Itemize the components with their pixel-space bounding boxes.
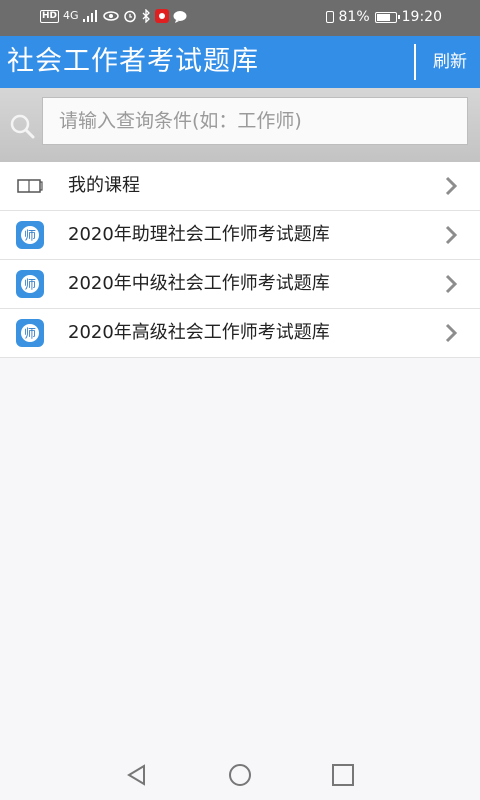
list-item-label: 2020年助理社会工作师考试题库 [68, 224, 330, 245]
eye-icon [102, 11, 119, 21]
title-divider [414, 44, 416, 80]
signal-icon [82, 10, 97, 22]
chevron-right-icon [445, 176, 458, 196]
back-icon[interactable] [124, 762, 150, 788]
teacher-icon-glyph: 师 [24, 229, 36, 243]
status-right-icons: 81% 19:20 [325, 9, 442, 25]
hd-indicator: HD [40, 9, 60, 23]
status-time: 19:20 [401, 9, 442, 25]
refresh-button[interactable]: 刷新 [424, 44, 476, 80]
battery-percent: 81% [338, 9, 370, 25]
huawei-app-icon [154, 9, 169, 23]
list-item-intermediate-exam[interactable]: 师 2020年中级社会工作师考试题库 [0, 260, 480, 309]
teacher-app-icon: 师 [16, 319, 44, 347]
network-type: 4G [63, 9, 79, 22]
list-item-senior-exam[interactable]: 师 2020年高级社会工作师考试题库 [0, 309, 480, 358]
search-input[interactable] [42, 97, 468, 145]
teacher-app-icon: 师 [16, 221, 44, 249]
status-bar: HD 4G 81% 19:20 [0, 0, 480, 36]
battery-icon [374, 11, 400, 23]
chevron-right-icon [445, 274, 458, 294]
message-icon [173, 10, 187, 23]
vibrate-icon [325, 11, 334, 23]
title-bar: 社会工作者考试题库 刷新 [0, 36, 480, 88]
home-icon[interactable] [227, 762, 253, 788]
recent-apps-icon[interactable] [330, 762, 356, 788]
search-icon [10, 114, 35, 139]
bluetooth-icon [142, 9, 150, 23]
chevron-right-icon [445, 225, 458, 245]
page-title: 社会工作者考试题库 [7, 46, 259, 77]
system-nav-bar [0, 748, 480, 800]
teacher-app-icon: 师 [16, 270, 44, 298]
alarm-icon [123, 10, 136, 23]
list-item-assistant-exam[interactable]: 师 2020年助理社会工作师考试题库 [0, 211, 480, 260]
teacher-icon-glyph: 师 [24, 278, 36, 292]
search-bar [0, 88, 480, 162]
list-item-my-courses[interactable]: 我的课程 [0, 162, 480, 211]
battery-level [376, 13, 390, 21]
status-left-icons: HD 4G [40, 9, 187, 23]
list-item-label: 我的课程 [68, 175, 140, 196]
book-icon [17, 179, 43, 193]
chevron-right-icon [445, 323, 458, 343]
course-list: 我的课程 师 2020年助理社会工作师考试题库 师 2020年中级社会工作师考试… [0, 162, 480, 358]
teacher-icon-glyph: 师 [24, 327, 36, 341]
list-item-label: 2020年中级社会工作师考试题库 [68, 273, 330, 294]
list-item-label: 2020年高级社会工作师考试题库 [68, 322, 330, 343]
